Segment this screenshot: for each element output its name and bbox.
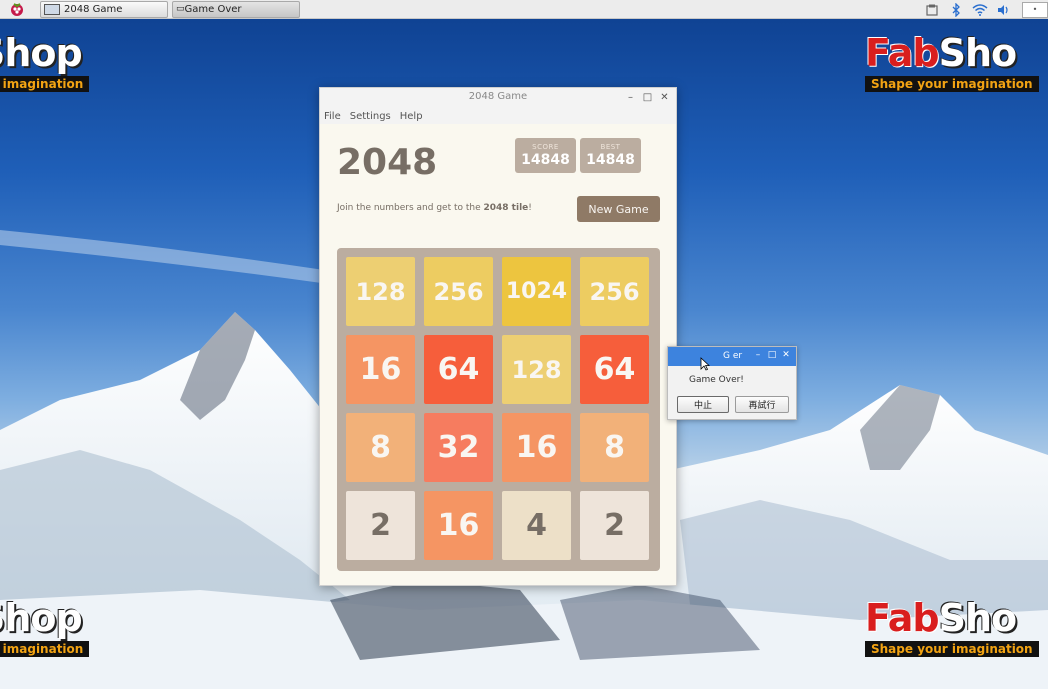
tile: 256 [580,257,649,326]
game-header: 2048 SCORE 14848 BEST 14848 Join the num… [320,124,676,234]
watermark-logo: Shop ur imagination [0,598,138,657]
game-over-dialog: G er – □ ✕ Game Over! 中止 再試行 [667,346,797,420]
watermark-brand-shop: Sho [938,596,1018,640]
window-title: 2048 Game [468,91,528,102]
panel-widget[interactable]: • [1022,1,1048,18]
score-value: 14848 [521,152,570,168]
tile: 8 [580,413,649,482]
tile: 128 [502,335,571,404]
tile: 16 [424,491,493,560]
tile: 2 [346,491,415,560]
taskbar-item-label: 2048 Game [64,3,123,15]
dialog-message: Game Over! [689,375,744,385]
taskbar-item-2048-game[interactable]: 2048 Game [40,0,168,18]
tile: 128 [346,257,415,326]
tile: 4 [502,491,571,560]
mouse-cursor-icon [700,357,710,371]
score-label: SCORE [532,143,559,151]
dialog-titlebar[interactable]: G er – □ ✕ [668,347,796,366]
watermark-brand: Shop [0,598,83,640]
tile: 8 [346,413,415,482]
tile: 32 [424,413,493,482]
menu-help[interactable]: Help [400,111,423,122]
watermark-brand: Shop [0,33,83,75]
watermark-tagline: Shape your imagination [865,641,1039,657]
watermark-tagline: ur imagination [0,76,90,92]
watermark-tagline: Shape your imagination [865,76,1039,92]
system-tray: • [920,0,1048,19]
tile: 64 [424,335,493,404]
minimize-icon[interactable]: – [624,91,637,104]
best-label: BEST [600,143,621,151]
game-window: 2048 Game – □ ✕ File Settings Help 2048 … [319,87,677,586]
tile: 16 [502,413,571,482]
taskbar-item-game-over[interactable]: ▭ Game Over [172,0,300,18]
tile: 1024 [502,257,571,326]
tile: 2 [580,491,649,560]
taskbar: 2048 Game ▭ Game Over • [0,0,1048,19]
menu-settings[interactable]: Settings [350,111,391,122]
window-icon: ▭ [176,4,185,14]
watermark-brand-fab: Fab [865,31,940,75]
game-title: 2048 [337,142,438,183]
wifi-icon[interactable] [968,0,992,19]
abort-button[interactable]: 中止 [677,396,729,413]
bluetooth-icon[interactable] [944,0,968,19]
tile: 16 [346,335,415,404]
watermark-logo: Shop ur imagination [0,33,138,92]
best-value: 14848 [586,152,635,168]
volume-icon[interactable] [992,0,1016,19]
game-board: 128 256 1024 256 16 64 128 64 8 32 16 8 2 16 4 2 [337,248,660,571]
window-icon [44,3,60,15]
raspberry-menu-icon[interactable] [0,0,34,19]
watermark-brand-shop: Sho [938,31,1018,75]
maximize-icon[interactable]: □ [641,91,654,104]
taskbar-item-label: Game Over [184,3,242,15]
watermark-logo: FabSho Shape your imagination [865,598,1039,657]
retry-button[interactable]: 再試行 [735,396,789,413]
score-box: SCORE 14848 [515,138,576,173]
watermark-brand-fab: Fab [865,596,940,640]
tile: 64 [580,335,649,404]
minimize-icon[interactable]: – [753,350,763,360]
best-score-box: BEST 14848 [580,138,641,173]
menu-bar: File Settings Help [320,108,676,124]
watermark-tagline: ur imagination [0,641,90,657]
maximize-icon[interactable]: □ [767,350,777,360]
intro-text: Join the numbers and get to the 2048 til… [337,203,532,213]
watermark-logo: FabSho Shape your imagination [865,33,1039,92]
close-icon[interactable]: ✕ [781,350,791,360]
menu-file[interactable]: File [324,111,341,122]
dialog-title: G er [723,351,743,361]
clipboard-icon[interactable] [920,0,944,19]
close-icon[interactable]: ✕ [658,91,671,104]
window-titlebar[interactable]: 2048 Game – □ ✕ [320,88,676,108]
tile: 256 [424,257,493,326]
new-game-button[interactable]: New Game [577,196,660,222]
